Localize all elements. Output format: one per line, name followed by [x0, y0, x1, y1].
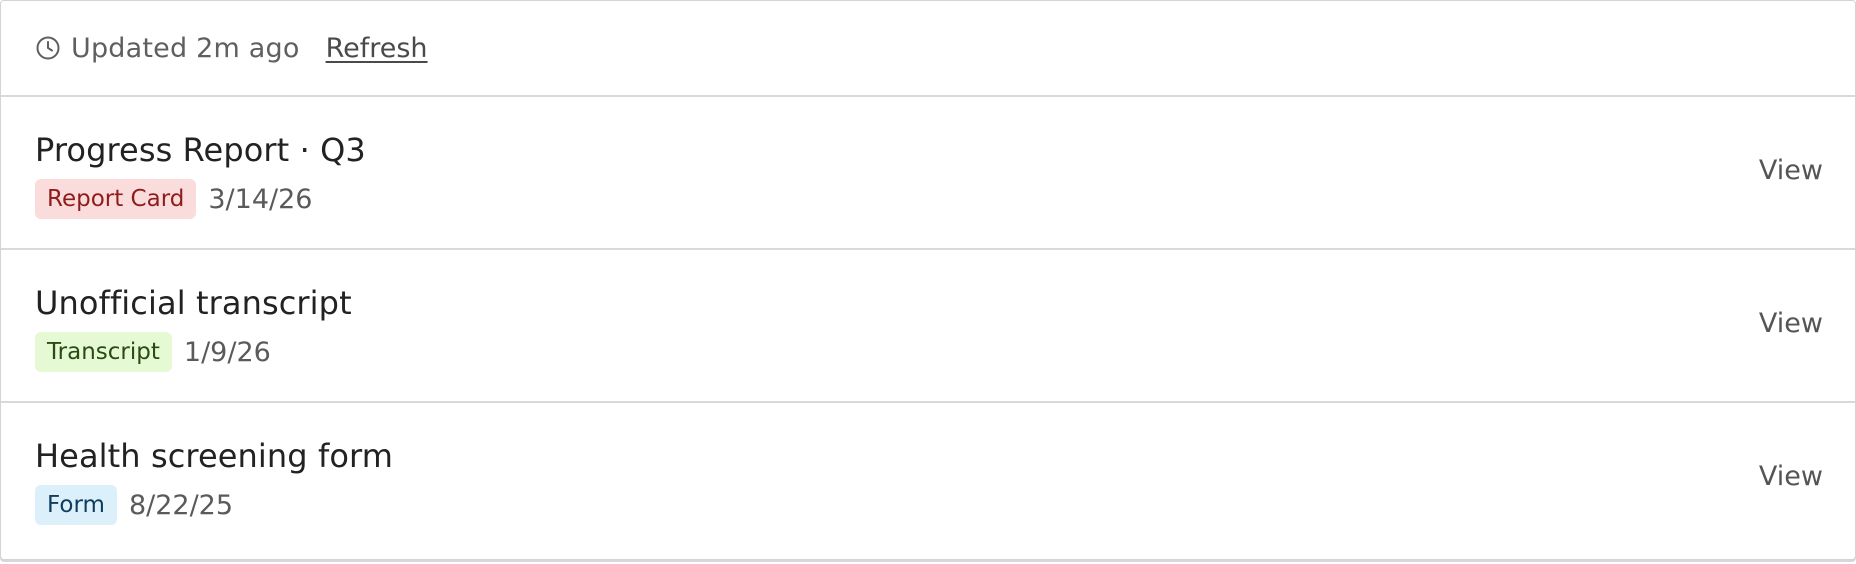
document-row: Progress Report · Q3 Report Card 3/14/26… — [1, 97, 1855, 250]
document-type-badge: Report Card — [35, 179, 197, 219]
document-title: Progress Report · Q3 — [35, 131, 366, 169]
view-button[interactable]: View — [1759, 461, 1823, 492]
view-button[interactable]: View — [1759, 155, 1823, 186]
document-date: 1/9/26 — [183, 336, 271, 368]
document-title: Unofficial transcript — [35, 284, 352, 322]
document-date: 3/14/26 — [208, 183, 313, 215]
document-meta: Report Card 3/14/26 — [35, 179, 312, 219]
view-button[interactable]: View — [1759, 308, 1823, 339]
document-type-badge: Transcript — [35, 332, 172, 372]
panel-header: Updated 2m ago Refresh — [1, 1, 1855, 97]
document-date: 8/22/25 — [128, 489, 234, 521]
updated-status: Updated 2m ago — [71, 32, 300, 64]
document-type-badge: Form — [35, 485, 117, 525]
clock-icon — [35, 35, 61, 61]
document-meta: Form 8/22/25 — [35, 485, 233, 525]
documents-panel: Updated 2m ago Refresh Progress Report ·… — [0, 0, 1856, 560]
refresh-link[interactable]: Refresh — [326, 33, 428, 64]
document-meta: Transcript 1/9/26 — [35, 332, 271, 372]
document-row: Health screening form Form 8/22/25 View — [1, 403, 1855, 556]
document-title: Health screening form — [35, 437, 393, 475]
document-row: Unofficial transcript Transcript 1/9/26 … — [1, 250, 1855, 403]
